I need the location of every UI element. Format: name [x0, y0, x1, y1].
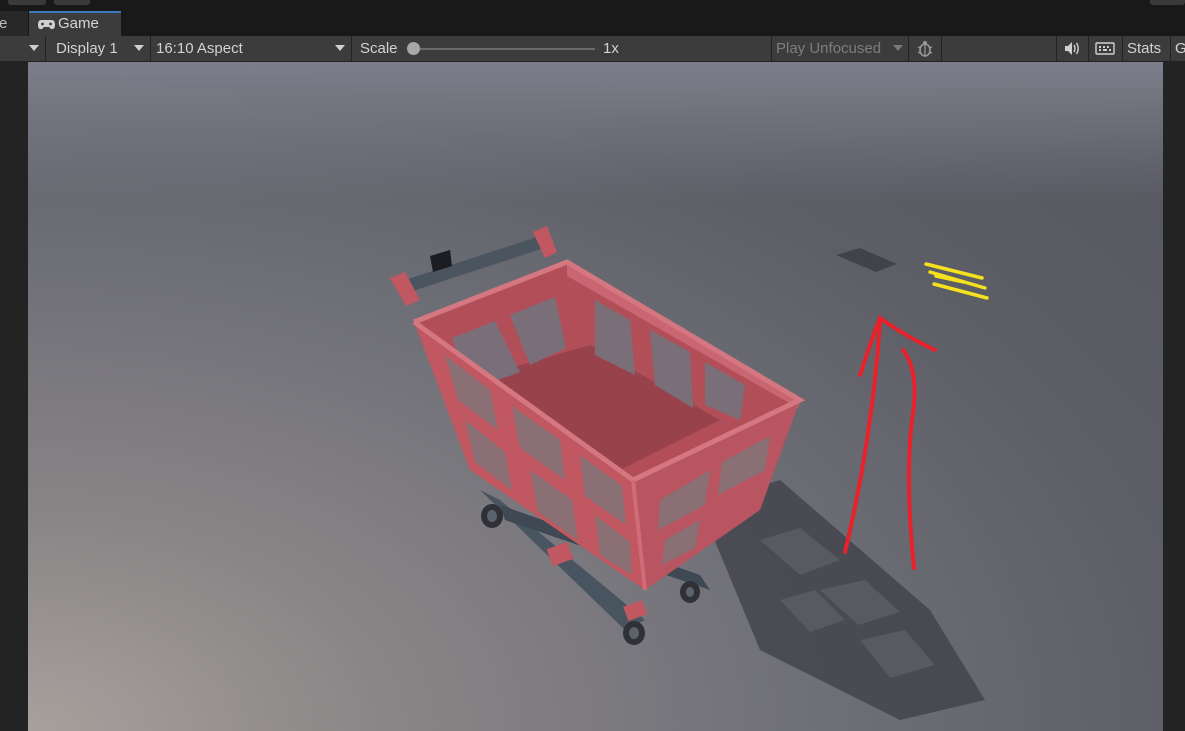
chevron-down-icon[interactable] — [893, 45, 903, 51]
tab-game[interactable]: Game — [29, 11, 121, 36]
object-shadow — [836, 248, 897, 272]
tab-bar: e Game — [0, 11, 1185, 36]
chevron-down-icon[interactable] — [29, 45, 39, 51]
stats-button[interactable]: Stats — [1127, 36, 1161, 61]
keyboard-icon[interactable] — [1094, 36, 1116, 61]
gamepad-icon — [38, 20, 55, 30]
scale-label: Scale — [360, 40, 398, 57]
yellow-marks-annotation — [924, 262, 989, 300]
top-strip-button[interactable] — [1150, 0, 1185, 5]
display-dropdown[interactable]: Display 1 — [56, 36, 118, 61]
game-scene — [390, 226, 989, 720]
scale-slider-handle[interactable] — [407, 42, 420, 55]
tab-scene[interactable]: e — [0, 11, 28, 36]
bug-icon[interactable] — [914, 36, 936, 61]
gizmos-button[interactable]: G — [1175, 36, 1185, 61]
tab-scene-label: e — [0, 15, 8, 32]
tab-game-label: Game — [58, 15, 99, 32]
scale-value: 1x — [603, 40, 619, 57]
top-strip-button[interactable] — [54, 0, 90, 5]
top-strip-button[interactable] — [8, 0, 46, 5]
game-viewport[interactable] — [28, 62, 1163, 731]
play-mode-dropdown[interactable]: Play Unfocused — [776, 36, 881, 61]
scale-slider-track[interactable] — [414, 48, 595, 50]
window-top-strip — [0, 0, 1185, 11]
chevron-down-icon[interactable] — [335, 45, 345, 51]
red-arrow-annotation — [843, 314, 937, 570]
aspect-dropdown[interactable]: 16:10 Aspect — [156, 36, 243, 61]
chevron-down-icon[interactable] — [134, 45, 144, 51]
speaker-icon[interactable] — [1062, 36, 1082, 61]
